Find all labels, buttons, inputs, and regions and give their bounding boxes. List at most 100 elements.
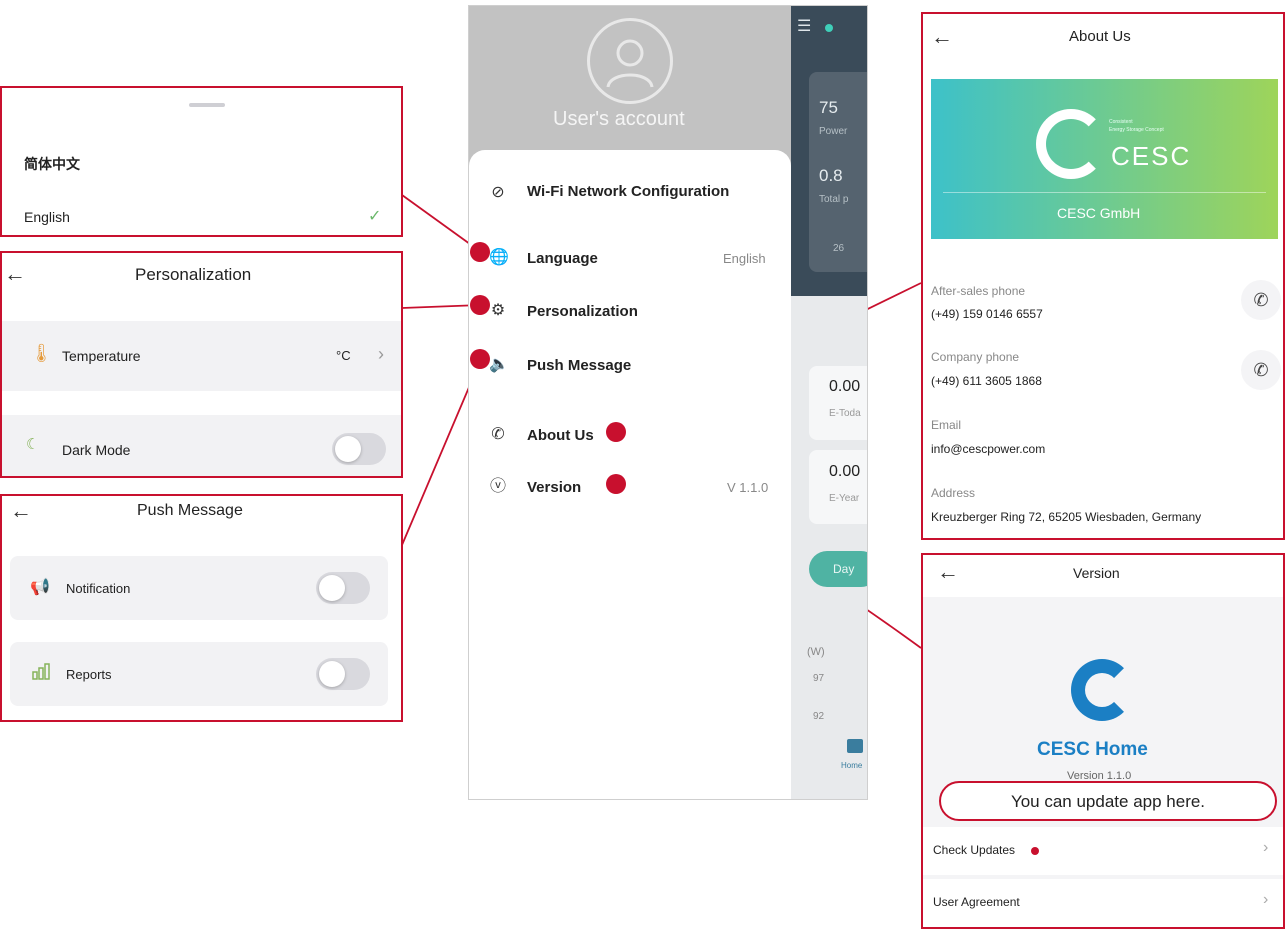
after-sales-label: After-sales phone (931, 284, 1026, 298)
marker-personalization (470, 295, 490, 315)
dark-mode-row[interactable]: ☾ Dark Mode (2, 415, 401, 476)
stat-total-value: 0.8 (819, 166, 843, 185)
version-body: CESC Home Version 1.1.0 You can update a… (923, 597, 1283, 927)
sheet-drag-handle[interactable] (189, 103, 225, 107)
update-callout: You can update app here. (939, 781, 1277, 821)
email-label: Email (931, 418, 962, 432)
gear-icon: ⚙ (490, 302, 506, 319)
status-dot-icon (825, 24, 833, 32)
app-logo-icon (1071, 659, 1133, 721)
company-call-icon[interactable]: ✆ (1241, 350, 1281, 390)
user-silhouette-icon (606, 39, 654, 88)
menu-item-version[interactable]: Version (527, 479, 581, 496)
brand-logo-icon (1036, 109, 1106, 179)
user-agreement-row[interactable]: User Agreement › (923, 879, 1283, 927)
address-value: Kreuzberger Ring 72, 65205 Wiesbaden, Ge… (931, 510, 1202, 524)
marker-language (470, 242, 490, 262)
drawer-header: User's account (469, 6, 791, 166)
version-value: V 1.1.0 (727, 480, 769, 495)
chart-tick-92: 92 (813, 711, 825, 722)
avatar[interactable] (587, 18, 673, 104)
chevron-right-icon: › (378, 344, 384, 364)
about-us-panel: ← About Us Consistent Energy Storage Con… (921, 12, 1285, 540)
push-message-panel: ← Push Message 📢 Notification Reports (0, 494, 403, 722)
menu-item-language[interactable]: Language (527, 250, 598, 267)
menu-item-about-us[interactable]: About Us (527, 427, 594, 444)
stat-small-value: 26 (833, 243, 845, 254)
about-us-title: About Us (1069, 28, 1131, 45)
banner-divider (943, 192, 1266, 193)
dark-mode-toggle[interactable] (332, 433, 386, 465)
stat-power-label: Power (819, 126, 848, 137)
e-year-card (809, 450, 867, 524)
brand-small-line-1: Consistent (1109, 119, 1133, 125)
version-title: Version (1073, 565, 1120, 581)
after-sales-call-icon[interactable]: ✆ (1241, 280, 1281, 320)
bar-chart-icon (32, 662, 50, 680)
after-sales-value[interactable]: (+49) 159 0146 6557 (931, 307, 1043, 321)
notification-toggle[interactable] (316, 572, 370, 604)
version-icon: ⓥ (489, 478, 506, 495)
notification-label: Notification (66, 581, 131, 596)
update-callout-text: You can update app here. (1010, 792, 1206, 811)
home-icon[interactable] (847, 739, 863, 753)
brand-logo-text: CESC (1111, 141, 1192, 171)
drawer-phone: ☰ 75 Power 0.8 Total p 26 0.00 E-Toda 0.… (468, 5, 868, 800)
back-arrow-icon[interactable]: ← (937, 559, 959, 585)
marker-about-us (606, 422, 626, 442)
push-message-title: Push Message (137, 502, 243, 519)
speaker-icon: 🔈 (489, 356, 509, 373)
temperature-label: Temperature (62, 348, 141, 364)
account-label[interactable]: User's account (553, 108, 685, 131)
temperature-row[interactable]: 🌡 Temperature °C › (2, 321, 401, 391)
notification-row[interactable]: 📢 Notification (10, 556, 388, 620)
address-label: Address (931, 486, 976, 500)
language-option-english[interactable]: English (24, 209, 70, 225)
day-button-label: Day (833, 562, 855, 576)
menu-item-wifi[interactable]: Wi-Fi Network Configuration (527, 183, 729, 200)
marker-version (606, 474, 626, 494)
stat-total-label: Total p (819, 194, 849, 205)
megaphone-icon: 📢 (30, 579, 50, 596)
reports-toggle[interactable] (316, 658, 370, 690)
language-value: English (723, 251, 766, 266)
chart-unit-label: (W) (807, 646, 825, 658)
menu-item-push-message[interactable]: Push Message (527, 357, 631, 374)
company-phone-value[interactable]: (+49) 611 3605 1868 (931, 374, 1042, 388)
moon-sun-icon: ☾ (26, 436, 40, 453)
reports-label: Reports (66, 667, 112, 682)
back-arrow-icon[interactable]: ← (10, 498, 32, 524)
back-arrow-icon[interactable]: ← (931, 24, 953, 50)
stat-power-value: 75 (819, 98, 838, 117)
thermometer-icon: 🌡 (30, 343, 53, 363)
home-label: Home (841, 761, 863, 770)
app-name: CESC Home (1037, 739, 1148, 760)
e-year-label: E-Year (829, 493, 860, 504)
language-sheet-panel: 简体中文 English ✓ (0, 86, 403, 237)
company-phone-label: Company phone (931, 350, 1020, 364)
chart-tick-97: 97 (813, 673, 825, 684)
globe-icon: 🌐 (489, 249, 509, 266)
e-today-value: 0.00 (829, 378, 861, 395)
brand-banner: Consistent Energy Storage Concept CESC C… (931, 79, 1278, 239)
personalization-panel: ← Personalization 🌡 Temperature °C › ☾ D… (0, 251, 403, 478)
check-updates-marker (1031, 847, 1039, 855)
version-panel: ← Version CESC Home Version 1.1.0 You ca… (921, 553, 1285, 929)
brand-small-line-2: Energy Storage Concept (1109, 127, 1164, 133)
chevron-right-icon: › (1263, 839, 1269, 856)
background-app: ☰ 75 Power 0.8 Total p 26 0.00 E-Toda 0.… (789, 6, 867, 799)
email-value[interactable]: info@cescpower.com (931, 442, 1045, 456)
reports-row[interactable]: Reports (10, 642, 388, 706)
drawer-body: ⊘ Wi-Fi Network Configuration 🌐 Language… (469, 150, 791, 799)
language-option-chinese[interactable]: 简体中文 (24, 154, 80, 174)
company-name: CESC GmbH (1057, 205, 1141, 221)
temperature-unit-value: °C (336, 348, 351, 363)
back-arrow-icon[interactable]: ← (4, 261, 26, 287)
menu-icon[interactable]: ☰ (797, 16, 811, 36)
check-updates-label: Check Updates (933, 843, 1016, 857)
chevron-right-icon: › (1263, 891, 1269, 908)
menu-item-personalization[interactable]: Personalization (527, 303, 638, 320)
phone-icon: ✆ (491, 426, 505, 443)
dark-mode-label: Dark Mode (62, 442, 131, 458)
check-updates-row[interactable]: Check Updates › (923, 827, 1283, 875)
